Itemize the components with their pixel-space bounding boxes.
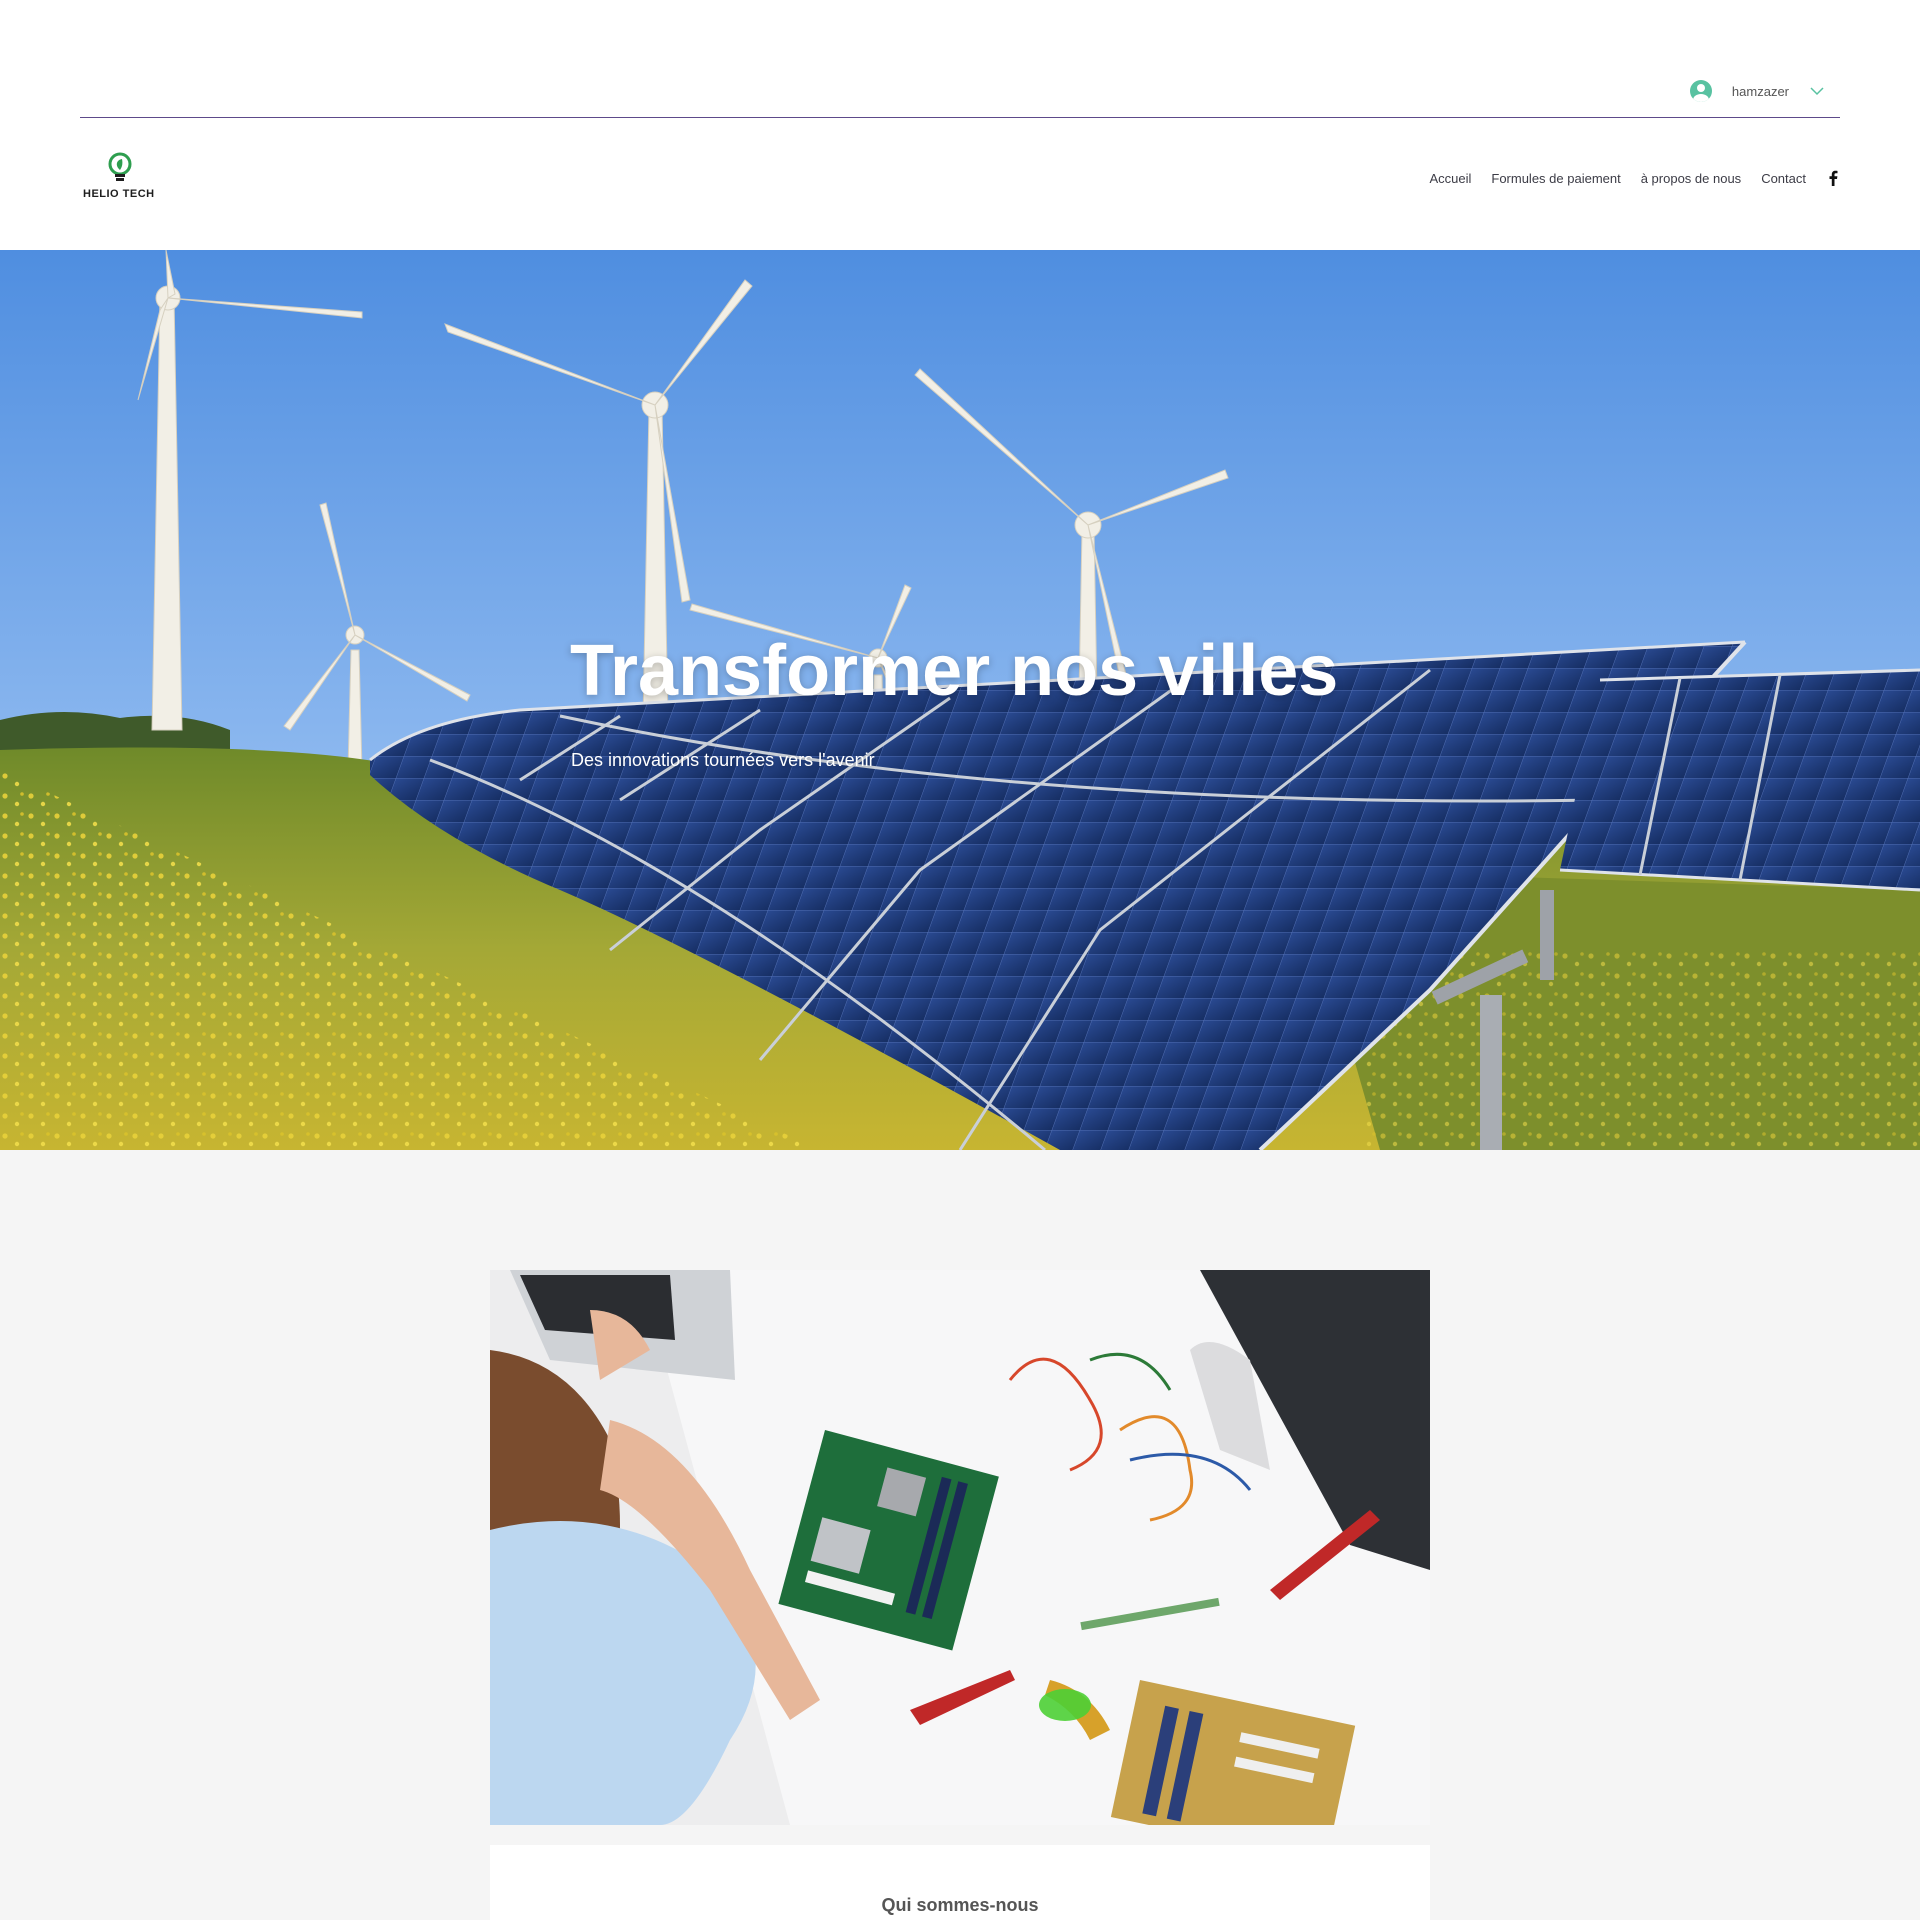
logo-text: HELIO TECH	[83, 188, 155, 200]
login-bar[interactable]: hamzazer	[1689, 80, 1825, 102]
hero-subtitle: Des innovations tournées vers l'avenir	[571, 750, 875, 770]
nav-item-formules[interactable]: Formules de paiement	[1491, 171, 1620, 186]
chevron-down-icon[interactable]	[1809, 86, 1825, 96]
user-name[interactable]: hamzazer	[1724, 84, 1797, 99]
hero-title: Transformer nos villes	[570, 631, 1339, 711]
hero-section: Transformer nos villes Des innovations t…	[0, 250, 1920, 1150]
facebook-icon[interactable]	[1826, 170, 1840, 186]
nav-item-accueil[interactable]: Accueil	[1429, 171, 1471, 186]
site-logo[interactable]: HELIO TECH	[80, 152, 160, 204]
main-nav: Accueil Formules de paiement à propos de…	[1429, 170, 1840, 186]
nav-item-contact[interactable]: Contact	[1761, 171, 1806, 186]
lightbulb-leaf-icon	[108, 152, 132, 181]
user-avatar-icon[interactable]	[1689, 80, 1712, 102]
header-divider	[80, 117, 1840, 118]
workbench-photo	[490, 1270, 1430, 1825]
site-header: hamzazer HELIO TECH Accueil Formules de …	[0, 0, 1920, 250]
about-card: Qui sommes-nous	[490, 1845, 1430, 1920]
about-heading: Qui sommes-nous	[881, 1895, 1039, 1915]
nav-item-a-propos[interactable]: à propos de nous	[1641, 171, 1741, 186]
